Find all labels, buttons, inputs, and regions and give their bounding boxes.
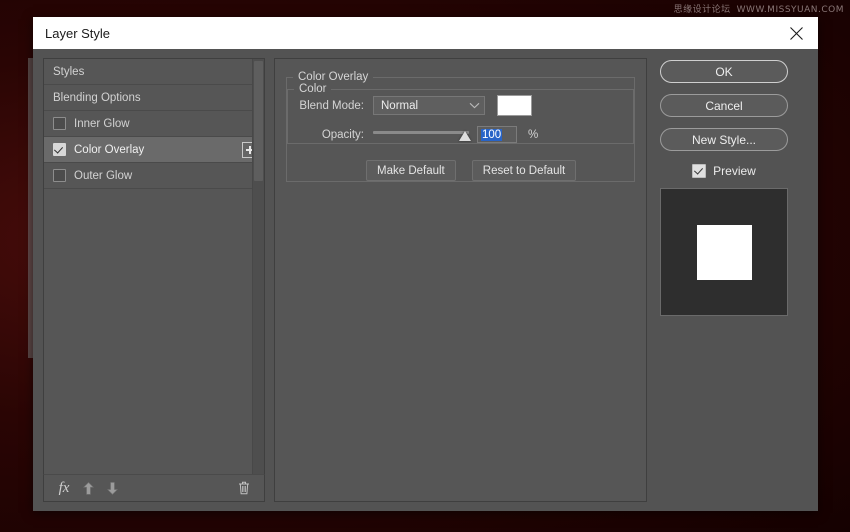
- sidebar-item-color-overlay[interactable]: Color Overlay: [44, 137, 264, 163]
- sidebar-item-label: Blending Options: [53, 92, 258, 104]
- watermark: 思缘设计论坛 WWW.MISSYUAN.COM: [674, 2, 844, 15]
- color-overlay-panel: Color Overlay Color Blend Mode: Normal: [274, 58, 647, 502]
- sidebar-item-styles[interactable]: Styles: [44, 59, 264, 85]
- blend-mode-row: Blend Mode: Normal: [288, 95, 633, 116]
- opacity-row: Opacity: 100 %: [288, 126, 633, 143]
- sidebar-item-label: Styles: [53, 66, 258, 78]
- preview-thumbnail: [660, 188, 788, 316]
- move-down-arrow-icon[interactable]: [100, 477, 124, 499]
- fx-icon[interactable]: fx: [52, 477, 76, 499]
- opacity-input[interactable]: 100: [477, 126, 517, 143]
- styles-sidebar: Styles Blending Options Inner Glow Color…: [43, 58, 265, 502]
- color-overlay-checkbox[interactable]: [53, 143, 66, 156]
- color-group-title: Color: [294, 83, 331, 95]
- arrow-down-glyph: [107, 482, 118, 495]
- color-group: Color Blend Mode: Normal: [287, 83, 634, 144]
- inner-glow-checkbox[interactable]: [53, 117, 66, 130]
- preview-shape: [697, 225, 752, 280]
- preview-checkbox[interactable]: [692, 164, 706, 178]
- preview-toggle[interactable]: Preview: [692, 164, 756, 178]
- layer-style-dialog: Layer Style Styles: [33, 17, 818, 511]
- cancel-button[interactable]: Cancel: [660, 94, 788, 117]
- color-overlay-group: Color Overlay Color Blend Mode: Normal: [286, 71, 635, 182]
- watermark-cn-text: 思缘设计论坛: [674, 5, 731, 15]
- blend-mode-select[interactable]: Normal: [373, 96, 485, 115]
- trash-glyph: [238, 481, 250, 495]
- close-icon: [790, 27, 803, 40]
- opacity-slider-handle[interactable]: [459, 131, 471, 141]
- opacity-slider[interactable]: [373, 127, 469, 143]
- outer-glow-checkbox[interactable]: [53, 169, 66, 182]
- arrow-up-glyph: [83, 482, 94, 495]
- new-style-button[interactable]: New Style...: [660, 128, 788, 151]
- dialog-title: Layer Style: [45, 26, 110, 41]
- opacity-value: 100: [481, 129, 502, 141]
- watermark-url-text: WWW.MISSYUAN.COM: [737, 5, 844, 15]
- styles-list-scrollbar[interactable]: [252, 59, 264, 474]
- sidebar-item-inner-glow[interactable]: Inner Glow: [44, 111, 264, 137]
- move-up-arrow-icon[interactable]: [76, 477, 100, 499]
- opacity-label: Opacity:: [288, 129, 364, 141]
- styles-list: Styles Blending Options Inner Glow Color…: [43, 58, 265, 474]
- sidebar-item-label: Color Overlay: [74, 144, 242, 156]
- dialog-titlebar: Layer Style: [33, 17, 818, 49]
- chevron-down-icon: [469, 100, 480, 112]
- reset-to-default-button[interactable]: Reset to Default: [472, 160, 576, 181]
- color-overlay-group-title: Color Overlay: [293, 71, 373, 83]
- opacity-unit: %: [528, 129, 538, 141]
- make-default-button[interactable]: Make Default: [366, 160, 456, 181]
- overlay-color-swatch[interactable]: [497, 95, 532, 116]
- scrollbar-thumb[interactable]: [254, 61, 263, 181]
- sidebar-item-label: Inner Glow: [74, 118, 258, 130]
- styles-list-rows: Styles Blending Options Inner Glow Color…: [44, 59, 264, 474]
- sidebar-item-blending-options[interactable]: Blending Options: [44, 85, 264, 111]
- opacity-slider-track: [373, 131, 469, 134]
- sidebar-item-outer-glow[interactable]: Outer Glow: [44, 163, 264, 189]
- blend-mode-label: Blend Mode:: [288, 100, 364, 112]
- close-button[interactable]: [774, 17, 818, 49]
- sidebar-item-label: Outer Glow: [74, 170, 258, 182]
- blend-mode-value: Normal: [381, 100, 469, 112]
- screen: 思缘设计论坛 WWW.MISSYUAN.COM Layer Style: [0, 0, 850, 532]
- ok-button[interactable]: OK: [660, 60, 788, 83]
- dialog-actions: OK Cancel New Style... Preview: [656, 58, 792, 502]
- dialog-body: Styles Blending Options Inner Glow Color…: [33, 49, 818, 511]
- styles-toolbar: fx: [43, 474, 265, 502]
- fx-icon-label: fx: [59, 481, 70, 496]
- default-buttons-row: Make Default Reset to Default: [287, 160, 634, 181]
- delete-trash-icon[interactable]: [232, 477, 256, 499]
- preview-label: Preview: [713, 164, 756, 178]
